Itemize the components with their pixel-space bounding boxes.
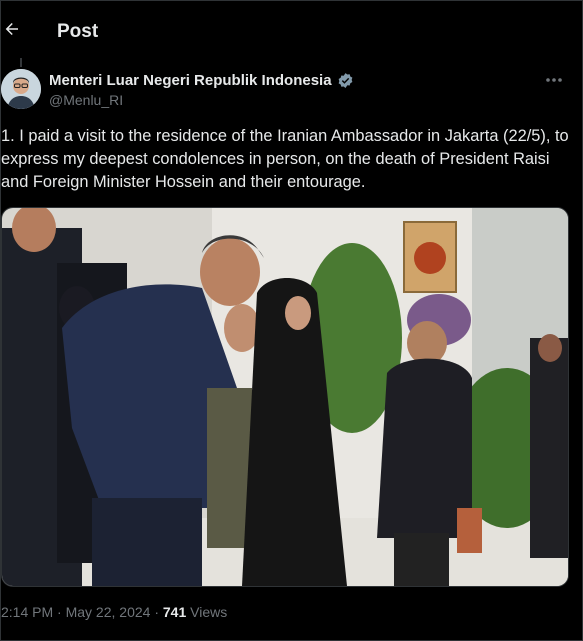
post-page: Post Menteri Luar Negeri Republik Indone…	[0, 0, 583, 641]
tweet-text: 1. I paid a visit to the residence of th…	[1, 127, 569, 191]
avatar[interactable]	[1, 69, 41, 109]
thread-connector	[20, 58, 22, 67]
meta-separator: ·	[53, 604, 66, 620]
page-title: Post	[57, 21, 99, 42]
author-handle[interactable]: @Menlu_RI	[49, 92, 123, 108]
photo-image	[2, 208, 568, 586]
views-label: Views	[186, 604, 228, 620]
verified-badge-icon	[338, 73, 352, 88]
back-button[interactable]	[3, 20, 21, 38]
tweet-photo[interactable]	[1, 207, 569, 587]
arrow-left-icon	[5, 23, 18, 35]
more-horizontal-icon	[546, 78, 562, 82]
tweet-time[interactable]: 2:14 PM	[1, 604, 53, 620]
meta-separator: ·	[150, 604, 163, 620]
tweet-date[interactable]: May 22, 2024	[66, 604, 151, 620]
author-name[interactable]: Menteri Luar Negeri Republik Indonesia	[49, 72, 332, 89]
more-options-button[interactable]	[544, 72, 564, 88]
tweet-meta: 2:14 PM · May 22, 2024 · 741 Views	[1, 604, 227, 620]
author-name-row[interactable]: Menteri Luar Negeri Republik Indonesia	[49, 72, 354, 89]
views-count: 741	[162, 604, 187, 620]
